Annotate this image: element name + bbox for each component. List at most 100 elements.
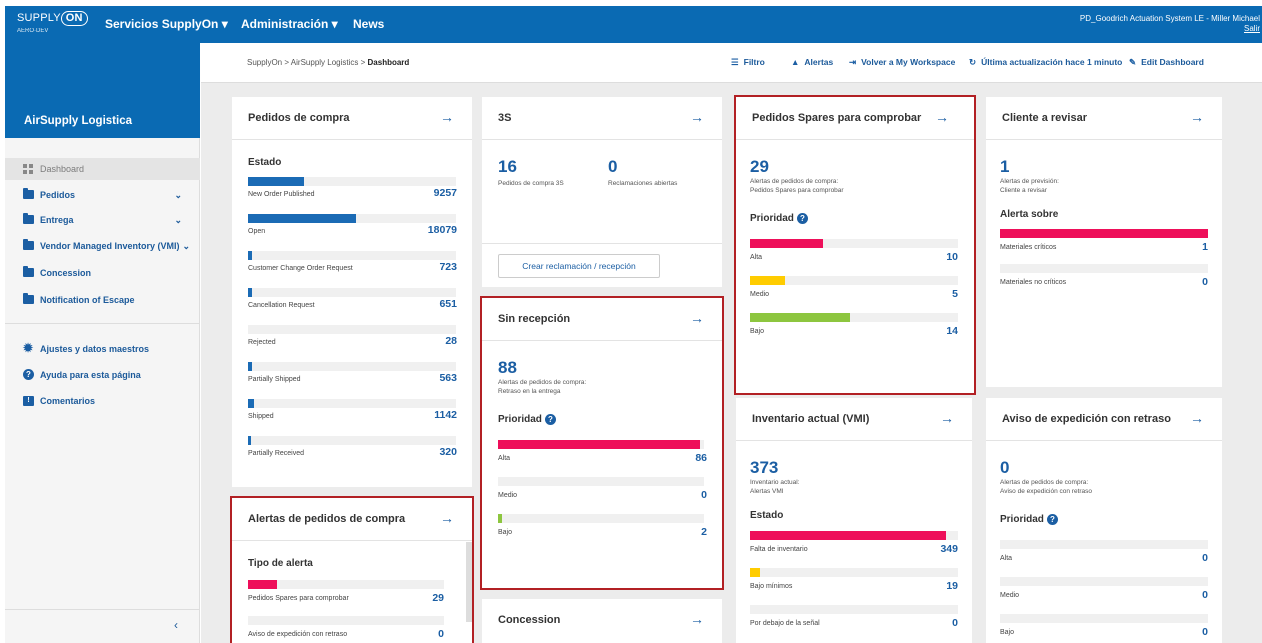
count-open-claims-label: Reclamaciones abiertas	[608, 180, 678, 187]
folder-icon	[23, 266, 34, 277]
nav-administracion[interactable]: Administración ▾	[241, 17, 338, 31]
row-value[interactable]: 0	[952, 617, 958, 629]
bar-fill	[248, 251, 252, 260]
sidebar-item-notification-of-escape[interactable]: Notification of Escape	[5, 289, 200, 311]
chevron-down-icon[interactable]: ⌄	[174, 209, 182, 231]
arrow-right-icon[interactable]: →	[935, 109, 949, 125]
bar-fill	[248, 580, 277, 589]
row-value[interactable]: 0	[1202, 552, 1208, 564]
row-value[interactable]: 0	[701, 489, 707, 501]
row-value[interactable]: 19	[946, 580, 958, 592]
row-value[interactable]: 28	[445, 335, 457, 347]
alert-count[interactable]: 1	[1000, 157, 1009, 177]
sidebar-header-band	[5, 43, 200, 78]
sidebar-item-ajustes[interactable]: ✹ Ajustes y datos maestros	[5, 338, 200, 360]
card-title: 3S	[498, 112, 512, 124]
sidebar-item-vmi[interactable]: Vendor Managed Inventory (VMI) ⌄	[5, 235, 200, 257]
sidebar-item-ayuda[interactable]: ? Ayuda para esta página	[5, 364, 200, 386]
sidebar-item-dashboard[interactable]: Dashboard	[5, 158, 200, 180]
arrow-right-icon[interactable]: →	[940, 410, 954, 426]
dashboard-icon	[23, 164, 34, 174]
alert-desc-line: Inventario actual:	[750, 479, 800, 486]
row-value[interactable]: 1142	[434, 409, 457, 421]
card-header: Pedidos de compra →	[232, 97, 472, 140]
alert-count[interactable]: 0	[1000, 458, 1009, 478]
count-3s-orders[interactable]: 16	[498, 157, 517, 177]
row-value[interactable]: 2	[701, 526, 707, 538]
arrow-right-icon[interactable]: →	[1190, 410, 1204, 426]
row-value[interactable]: 18079	[428, 224, 457, 236]
count-open-claims[interactable]: 0	[608, 157, 617, 177]
alert-count[interactable]: 29	[750, 157, 769, 177]
bar-fill	[248, 288, 252, 297]
sidebar-item-comentarios[interactable]: ! Comentarios	[5, 390, 200, 412]
sidebar-item-pedidos[interactable]: Pedidos ⌄	[5, 184, 200, 206]
row-label: Bajo	[750, 328, 765, 335]
scrollbar[interactable]	[466, 542, 472, 622]
supplyon-logo[interactable]: SUPPLY ON AERO·DEV	[17, 11, 90, 39]
help-icon[interactable]: ?	[544, 414, 556, 425]
alert-count[interactable]: 88	[498, 358, 517, 378]
breadcrumb-path[interactable]: SupplyOn > AirSupply Logistics >	[247, 58, 368, 67]
card-title: Pedidos de compra	[248, 112, 350, 124]
edit-dashboard-button[interactable]: ✎ Edit Dashboard	[1129, 57, 1204, 68]
arrow-right-icon[interactable]: →	[1190, 109, 1204, 125]
arrow-right-icon[interactable]: →	[690, 109, 704, 125]
row-value[interactable]: 14	[946, 325, 958, 337]
alerts-button[interactable]: ▲ Alertas	[791, 57, 833, 67]
row-value[interactable]: 9257	[434, 187, 457, 199]
bar-track	[248, 214, 456, 223]
alert-desc: Alertas de previsión: Cliente a revisar	[1000, 177, 1059, 195]
row-value[interactable]: 86	[695, 452, 707, 464]
card-title: Cliente a revisar	[1002, 112, 1087, 124]
arrow-right-icon[interactable]: →	[440, 510, 454, 526]
chevron-down-icon[interactable]: ⌄	[182, 235, 190, 257]
row-value[interactable]: 0	[438, 628, 444, 640]
row-value[interactable]: 349	[940, 543, 958, 555]
card-pedidos-spares: Pedidos Spares para comprobar → 29 Alert…	[734, 95, 976, 395]
card-title: Aviso de expedición con retraso	[1002, 413, 1171, 425]
arrow-right-icon[interactable]: →	[440, 109, 454, 125]
help-icon[interactable]: ?	[796, 213, 808, 224]
bar-track	[750, 605, 958, 614]
chevron-down-icon[interactable]: ⌄	[174, 184, 182, 206]
row-value[interactable]: 29	[432, 592, 444, 604]
row-value[interactable]: 320	[439, 446, 457, 458]
collapse-sidebar-button[interactable]: ‹	[174, 618, 178, 632]
alert-desc: Alertas de pedidos de compra: Pedidos Spa…	[750, 177, 844, 195]
filter-button[interactable]: ☰ Filtro	[731, 57, 765, 68]
row-label: Alta	[1000, 555, 1013, 562]
sidebar-item-entrega[interactable]: Entrega ⌄	[5, 209, 200, 231]
arrow-right-icon[interactable]: →	[690, 611, 704, 627]
workspace-button[interactable]: ⇥ Volver a My Workspace	[849, 57, 955, 68]
card-aviso-expedicion-retraso: Aviso de expedición con retraso → 0 Aler…	[986, 398, 1222, 643]
create-claim-button[interactable]: Crear reclamación / recepción	[498, 254, 660, 278]
help-icon: ?	[23, 369, 34, 380]
row-value[interactable]: 5	[952, 288, 958, 300]
nav-news[interactable]: News	[353, 17, 384, 31]
last-update-label: Última actualización hace 1 minuto	[981, 57, 1123, 67]
alert-count[interactable]: 373	[750, 458, 778, 478]
help-icon[interactable]: ?	[1046, 514, 1058, 525]
bar-fill	[750, 276, 785, 285]
alert-desc: Alertas de pedidos de compra: Aviso de ex…	[1000, 478, 1092, 496]
bar-fill	[750, 568, 760, 577]
breadcrumb-bar: SupplyOn > AirSupply Logistics > Dashboa…	[201, 43, 1262, 83]
row-value[interactable]: 723	[439, 261, 457, 273]
row-value[interactable]: 563	[439, 372, 457, 384]
refresh-button[interactable]: ↻ Última actualización hace 1 minuto	[969, 57, 1122, 68]
nav-servicios-supplyon[interactable]: Servicios SupplyOn ▾	[105, 17, 228, 31]
card-header: Cliente a revisar →	[986, 97, 1222, 140]
row-value[interactable]: 10	[946, 251, 958, 263]
logout-link[interactable]: Salir	[1080, 24, 1260, 34]
row-value[interactable]: 651	[439, 298, 457, 310]
bar-fill	[750, 313, 850, 322]
row-value[interactable]: 0	[1202, 626, 1208, 638]
row-value[interactable]: 1	[1202, 241, 1208, 253]
bar-fill	[248, 436, 251, 445]
row-value[interactable]: 0	[1202, 589, 1208, 601]
alert-desc-line: Alertas de pedidos de compra:	[1000, 479, 1089, 486]
sidebar-item-concession[interactable]: Concession	[5, 262, 200, 284]
arrow-right-icon[interactable]: →	[690, 310, 704, 326]
row-value[interactable]: 0	[1202, 276, 1208, 288]
